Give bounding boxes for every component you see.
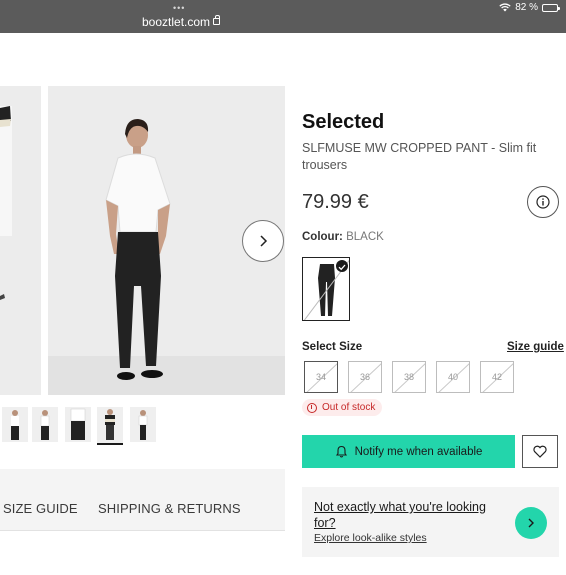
battery-icon xyxy=(542,3,560,12)
brand-name[interactable]: Selected xyxy=(302,111,384,134)
chevron-right-icon xyxy=(528,518,534,528)
out-of-stock-label: Out of stock xyxy=(322,402,376,413)
thumbnail-1[interactable] xyxy=(2,407,28,442)
thumbnail-5[interactable] xyxy=(130,407,156,442)
size-label: Select Size xyxy=(302,341,363,353)
size-option-label: 38 xyxy=(403,372,414,382)
product-price: 79.99 € xyxy=(302,191,369,213)
status-bar: 82 % xyxy=(499,2,560,13)
size-guide-link[interactable]: Size guide xyxy=(507,341,564,353)
alert-icon xyxy=(307,402,317,413)
bell-icon xyxy=(335,445,347,458)
tab-size-guide[interactable]: SIZE GUIDE xyxy=(3,501,78,516)
tab-shipping-returns[interactable]: SHIPPING & RETURNS xyxy=(98,501,241,516)
lookalike-card[interactable]: Not exactly what you're looking for? Exp… xyxy=(302,487,559,557)
size-option-42[interactable]: 42 xyxy=(480,361,514,393)
size-option-label: 34 xyxy=(315,372,326,382)
colour-value: BLACK xyxy=(346,231,384,243)
browser-toolbar: ••• booztlet.com 82 % xyxy=(0,0,566,33)
lookalike-link[interactable]: Explore look-alike styles xyxy=(314,532,427,544)
notify-button[interactable]: Notify me when available xyxy=(302,435,515,468)
size-option-label: 40 xyxy=(447,372,458,382)
lookalike-go-button[interactable] xyxy=(515,507,547,539)
battery-percent: 82 % xyxy=(515,2,538,13)
chevron-right-icon xyxy=(260,235,268,247)
wishlist-button[interactable] xyxy=(522,435,558,468)
price-info-button[interactable] xyxy=(527,186,559,218)
thumbnail-4[interactable] xyxy=(97,407,123,445)
lookalike-title[interactable]: Not exactly what you're looking for? xyxy=(314,499,504,531)
size-option-38[interactable]: 38 xyxy=(392,361,426,393)
out-of-stock-badge: Out of stock xyxy=(302,399,383,416)
product-image-previous[interactable] xyxy=(0,86,41,395)
colour-label: Colour: xyxy=(302,231,343,243)
colour-info: Colour: BLACK xyxy=(302,231,384,243)
selected-check-icon xyxy=(336,260,348,272)
size-option-label: 42 xyxy=(491,372,502,382)
size-option-40[interactable]: 40 xyxy=(436,361,470,393)
address-bar[interactable]: booztlet.com xyxy=(142,15,210,29)
thumbnail-3[interactable] xyxy=(65,407,91,442)
size-option-34[interactable]: 34 xyxy=(304,361,338,393)
next-image-button[interactable] xyxy=(242,220,284,262)
info-icon xyxy=(536,195,550,209)
notify-label: Notify me when available xyxy=(354,445,483,458)
product-name: SLFMUSE MW CROPPED PANT - Slim fit trous… xyxy=(302,141,537,172)
thumbnail-2[interactable] xyxy=(32,407,58,442)
info-tabs: SIZE GUIDE SHIPPING & RETURNS xyxy=(0,469,285,531)
size-option-label: 36 xyxy=(359,372,370,382)
heart-icon xyxy=(533,445,547,458)
lock-icon xyxy=(213,15,220,25)
size-option-36[interactable]: 36 xyxy=(348,361,382,393)
wifi-icon xyxy=(499,3,511,12)
tab-dots[interactable]: ••• xyxy=(173,3,185,13)
